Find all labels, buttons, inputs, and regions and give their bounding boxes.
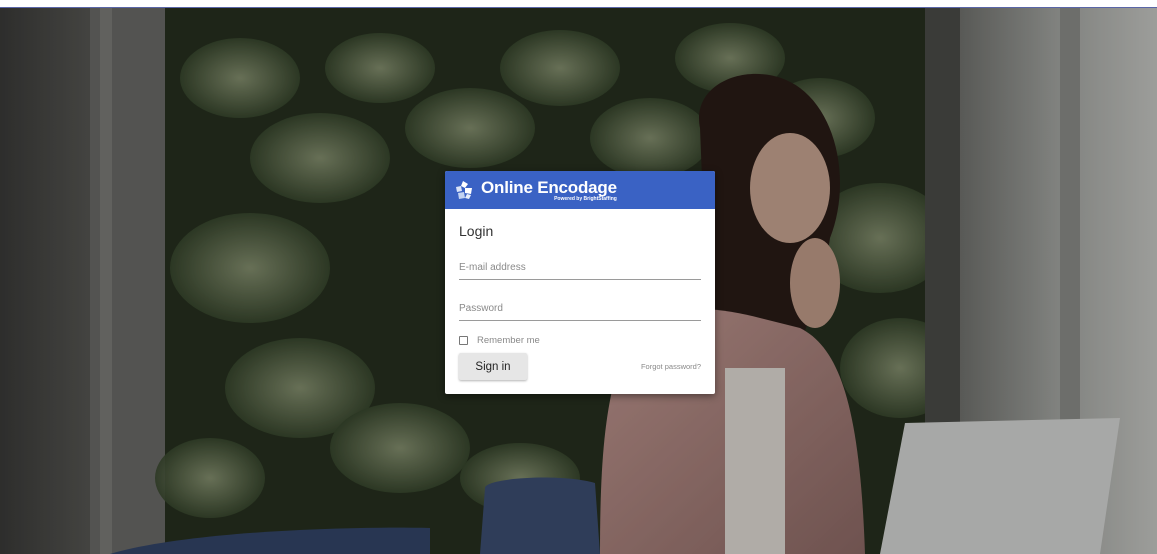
card-body: Login Remember me Sign in Forgot passwor… <box>445 209 715 380</box>
remember-me-label: Remember me <box>477 334 540 346</box>
brand-subtitle: Powered by BrightStaffing <box>554 195 617 202</box>
password-field-wrapper <box>459 298 701 321</box>
brand-name: Online Encodage <box>481 177 617 197</box>
password-field[interactable] <box>459 298 701 319</box>
forgot-password-link[interactable]: Forgot password? <box>641 362 701 371</box>
puzzle-logo-icon <box>456 181 472 199</box>
remember-me-checkbox[interactable] <box>459 335 468 345</box>
login-card: Online Encodage Powered by BrightStaffin… <box>445 171 715 394</box>
login-page: Online Encodage Powered by BrightStaffin… <box>0 0 1157 554</box>
browser-top-edge <box>0 0 1157 8</box>
remember-me-row: Remember me <box>459 333 701 347</box>
sign-in-button[interactable]: Sign in <box>459 353 527 380</box>
card-header: Online Encodage Powered by BrightStaffin… <box>445 171 715 209</box>
email-field-wrapper <box>459 257 701 280</box>
brand: Online Encodage Powered by BrightStaffin… <box>481 179 617 202</box>
email-field[interactable] <box>459 257 701 278</box>
login-actions: Sign in Forgot password? <box>459 353 701 380</box>
login-title: Login <box>459 223 494 239</box>
